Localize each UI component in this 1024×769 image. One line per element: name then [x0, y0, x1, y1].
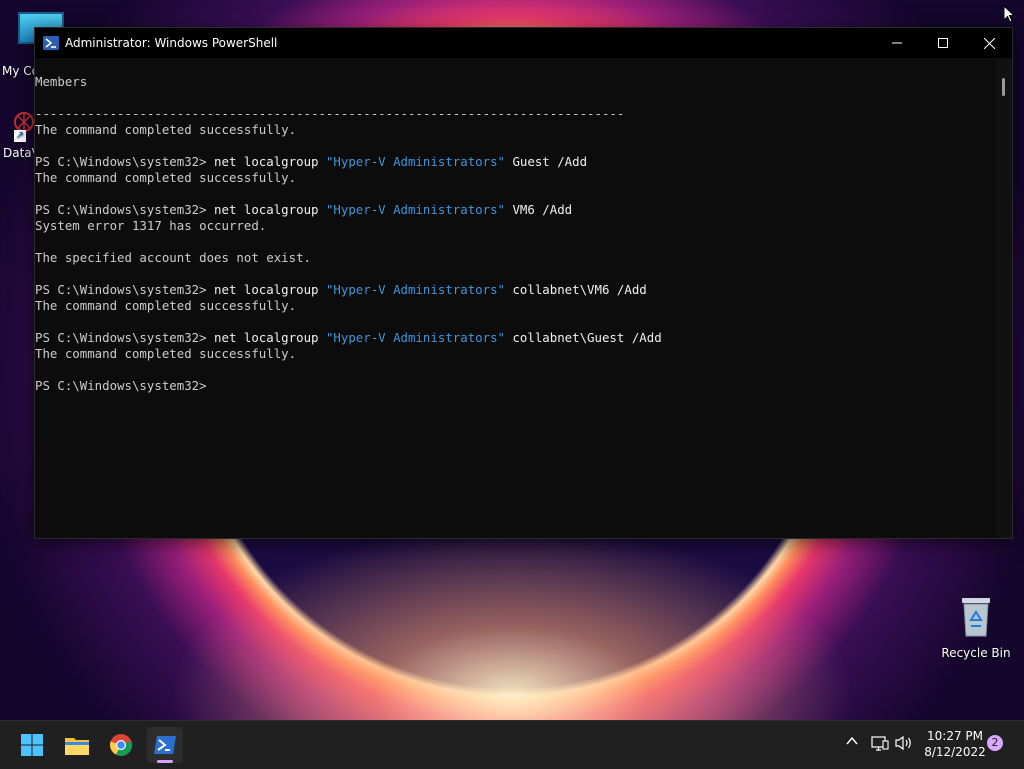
- powershell-icon: [43, 35, 59, 51]
- desktop-icon-label: Recycle Bin: [941, 646, 1011, 660]
- console-command: net localgroup: [214, 202, 326, 217]
- console-command-args: Guest /Add: [505, 154, 588, 169]
- maximize-button[interactable]: [920, 28, 966, 58]
- console-string-arg: "Hyper-V Administrators": [325, 202, 505, 217]
- console-prompt: PS C:\Windows\system32>: [35, 154, 215, 169]
- powershell-window[interactable]: Administrator: Windows PowerShell Member…: [34, 27, 1013, 539]
- start-icon: [21, 734, 43, 756]
- console-output-line: The specified account does not exist.: [35, 250, 312, 265]
- scrollbar-thumb[interactable]: [1002, 78, 1005, 96]
- close-icon: [983, 37, 995, 49]
- console-string-arg: "Hyper-V Administrators": [325, 154, 505, 169]
- clock-time: 10:27 PM: [927, 729, 983, 743]
- desktop-icon-recycle-bin[interactable]: Recycle Bin: [940, 596, 1012, 660]
- start-button[interactable]: [14, 727, 50, 763]
- network-status[interactable]: [871, 735, 889, 755]
- console-string-arg: "Hyper-V Administrators": [325, 282, 505, 297]
- console-output-line: System error 1317 has occurred.: [35, 218, 267, 233]
- taskbar: 10:27 PM 8/12/2022: [0, 720, 1024, 769]
- console-output-line: The command completed successfully.: [35, 346, 297, 361]
- chevron-up-icon: [846, 736, 858, 745]
- speaker-icon: [895, 735, 911, 751]
- notification-badge[interactable]: 2: [987, 735, 1003, 751]
- file-explorer-icon: [65, 738, 89, 755]
- mouse-pointer-icon: [1003, 4, 1016, 27]
- console-command: net localgroup: [214, 330, 326, 345]
- console-command-line: PS C:\Windows\system32> net localgroup "…: [35, 154, 996, 170]
- console-string-arg: "Hyper-V Administrators": [325, 330, 505, 345]
- console-command-line: PS C:\Windows\system32> net localgroup "…: [35, 282, 996, 298]
- console-output-line: The command completed successfully.: [35, 122, 297, 137]
- recycle-bin-icon: [959, 596, 993, 638]
- shortcut-arrow-icon: ↗: [14, 130, 26, 142]
- minimize-button[interactable]: [874, 28, 920, 58]
- show-hidden-icons-button[interactable]: [845, 734, 859, 752]
- console-command-line: PS C:\Windows\system32> net localgroup "…: [35, 330, 996, 346]
- console-output[interactable]: Members ---------------------------------…: [35, 58, 996, 538]
- console-command-args: collabnet\VM6 /Add: [505, 282, 647, 297]
- maximize-icon: [938, 38, 948, 48]
- close-button[interactable]: [966, 28, 1012, 58]
- vertical-scrollbar[interactable]: [996, 58, 1012, 538]
- taskbar-file-explorer[interactable]: [59, 727, 95, 763]
- powershell-icon: [154, 736, 176, 754]
- console-output-line: ----------------------------------------…: [35, 106, 625, 121]
- minimize-icon: [892, 42, 902, 44]
- console-prompt: PS C:\Windows\system32>: [35, 202, 215, 217]
- taskbar-chrome[interactable]: [103, 727, 139, 763]
- volume-control[interactable]: [895, 735, 913, 755]
- clock-date: 8/12/2022: [924, 745, 986, 759]
- console-command: net localgroup: [214, 154, 326, 169]
- console-command: net localgroup: [214, 282, 326, 297]
- taskbar-clock[interactable]: 10:27 PM 8/12/2022: [918, 728, 992, 760]
- taskbar-powershell[interactable]: [147, 727, 183, 763]
- console-output-line: PS C:\Windows\system32>: [35, 378, 207, 393]
- window-titlebar[interactable]: Administrator: Windows PowerShell: [35, 28, 1012, 58]
- network-icon: [871, 736, 889, 751]
- console-output-line: The command completed successfully.: [35, 298, 297, 313]
- console-command-line: PS C:\Windows\system32> net localgroup "…: [35, 202, 996, 218]
- console-output-line: Members: [35, 74, 88, 89]
- console-command-args: VM6 /Add: [505, 202, 573, 217]
- chrome-icon: [110, 734, 133, 756]
- console-command-args: collabnet\Guest /Add: [505, 330, 662, 345]
- console-prompt: PS C:\Windows\system32>: [35, 282, 215, 297]
- active-app-indicator: [157, 760, 173, 763]
- console-prompt: PS C:\Windows\system32>: [35, 330, 215, 345]
- window-title: Administrator: Windows PowerShell: [65, 36, 278, 50]
- console-output-line: The command completed successfully.: [35, 170, 297, 185]
- datav-app-icon: ↗: [12, 110, 36, 142]
